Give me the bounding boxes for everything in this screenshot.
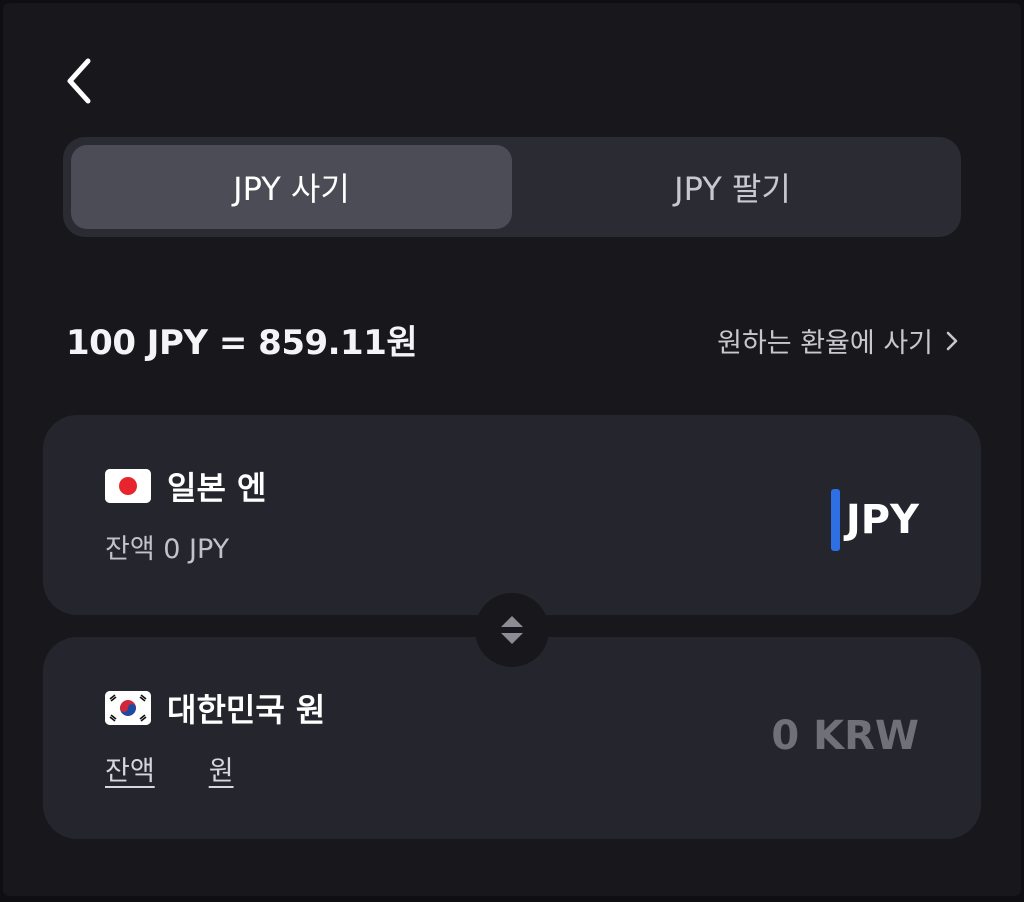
amount-input[interactable]: JPY — [830, 489, 919, 551]
to-balance-unit: 원 — [208, 756, 234, 787]
target-rate-buy-link[interactable]: 원하는 환율에 사기 — [717, 321, 959, 360]
amount-input-unit: JPY — [845, 497, 919, 543]
from-balance: 잔액 0 JPY — [105, 534, 230, 565]
from-currency-row: 일본 엔 — [105, 463, 266, 509]
converted-amount: 0 KRW — [771, 713, 919, 759]
back-button[interactable] — [55, 51, 103, 111]
from-currency-card[interactable]: 일본 엔 잔액 0 JPY JPY — [43, 415, 981, 615]
text-caret — [830, 489, 840, 551]
exchange-screen: JPY 사기 JPY 팔기 100 JPY = 859.11원 원하는 환율에 … — [3, 3, 1021, 896]
swap-button[interactable] — [475, 593, 549, 667]
to-currency-card[interactable]: 대한민국 원 잔액 원 0 KRW — [43, 637, 981, 839]
exchange-rate: 100 JPY = 859.11원 — [66, 323, 418, 363]
to-currency-name: 대한민국 원 — [167, 691, 326, 729]
japan-flag-icon — [105, 469, 151, 503]
swap-vertical-icon — [501, 616, 523, 644]
tab-sell-jpy[interactable]: JPY 팔기 — [512, 145, 953, 229]
korea-flag-icon — [105, 691, 151, 725]
to-balance-prefix: 잔액 — [105, 756, 155, 787]
buy-sell-tabs: JPY 사기 JPY 팔기 — [63, 137, 961, 237]
to-currency-row: 대한민국 원 — [105, 685, 325, 731]
to-balance-link[interactable]: 잔액 원 — [105, 749, 234, 788]
chevron-left-icon — [67, 58, 91, 104]
target-rate-buy-label: 원하는 환율에 사기 — [717, 328, 933, 359]
from-currency-name: 일본 엔 — [167, 469, 267, 507]
tab-buy-jpy[interactable]: JPY 사기 — [71, 145, 512, 229]
chevron-right-icon — [946, 331, 958, 350]
